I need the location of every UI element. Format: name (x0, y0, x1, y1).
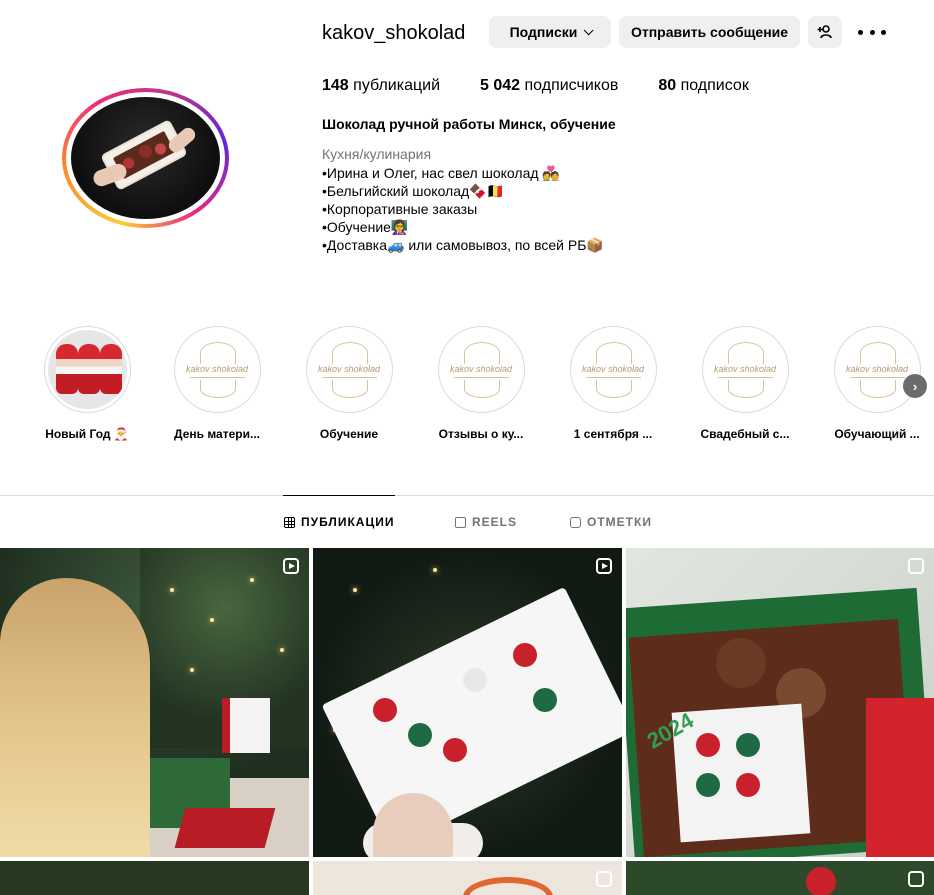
reel-icon (283, 558, 299, 574)
chevron-down-icon (584, 24, 594, 35)
chevron-right-icon[interactable]: › (903, 374, 927, 398)
highlight-label: Свадебный с... (700, 427, 790, 441)
tab-posts-label: ПУБЛИКАЦИИ (301, 515, 395, 529)
posts-stat: 148 публикаций (322, 77, 440, 95)
tab-posts[interactable]: ПУБЛИКАЦИИ (284, 515, 394, 529)
highlight-label: День матери... (174, 427, 260, 441)
following-button[interactable]: Подписки (489, 16, 611, 48)
logo-text: kakov shokolad (449, 364, 513, 374)
following-count: 80 (658, 77, 677, 94)
reels-icon (455, 516, 466, 528)
following-stat[interactable]: 80 подписок (658, 77, 748, 95)
followers-count: 5 042 (480, 77, 521, 94)
active-tab-indicator (283, 495, 395, 496)
highlight-item[interactable]: kakov shokolad 1 сентября ... (558, 326, 668, 441)
profile-username: kakov_shokolad (322, 22, 466, 44)
following-label: подписок (680, 77, 749, 94)
logo-text: kakov shokolad (185, 364, 249, 374)
highlight-cover: kakov shokolad (573, 330, 653, 409)
chocolate-box-image (321, 586, 622, 850)
bio-category: Кухня/кулинария (322, 146, 432, 162)
highlight-label: Новый Год 🎅 (45, 427, 129, 441)
tab-reels[interactable]: REELS (455, 515, 517, 529)
followers-stat[interactable]: 5 042 подписчиков (480, 77, 618, 95)
send-message-label: Отправить сообщение (630, 24, 789, 40)
tagged-icon (570, 516, 581, 528)
profile-stats: 148 публикаций 5 042 подписчиков 80 подп… (322, 77, 789, 95)
post-thumbnail[interactable] (0, 548, 309, 857)
bio-line: •Ирина и Олег, нас свел шоколад 💑 (322, 165, 560, 181)
highlight-label: Отзывы о ку... (438, 427, 524, 441)
highlight-label: 1 сентября ... (573, 427, 653, 441)
post-thumbnail[interactable] (626, 861, 934, 895)
followers-label: подписчиков (524, 77, 619, 94)
highlight-cover: kakov shokolad (177, 330, 257, 409)
highlight-label: Обучение (319, 427, 379, 441)
carousel-icon (596, 871, 612, 887)
bio-text: •Ирина и Олег, нас свел шоколад 💑 •Бельг… (322, 164, 604, 254)
post-thumbnail[interactable] (0, 861, 309, 895)
highlight-cover: kakov shokolad (309, 330, 389, 409)
tab-reels-label: REELS (472, 515, 518, 529)
bio-line: •Бельгийский шоколад🍫🇧🇪 (322, 183, 505, 199)
highlight-label: Обучающий ... (834, 427, 920, 441)
add-user-icon (817, 25, 832, 39)
carousel-icon (908, 558, 924, 574)
highlight-cover: kakov shokolad (705, 330, 785, 409)
post-thumbnail[interactable]: 2024 (626, 548, 934, 857)
logo-text: kakov shokolad (713, 364, 777, 374)
send-message-button[interactable]: Отправить сообщение (619, 16, 800, 48)
bio-name: Шоколад ручной работы Минск, обучение (322, 116, 616, 132)
suggest-users-button[interactable] (808, 16, 842, 48)
more-options-icon[interactable] (858, 22, 886, 42)
grid-icon (284, 516, 295, 528)
logo-text: kakov shokolad (845, 364, 909, 374)
logo-text: kakov shokolad (317, 364, 381, 374)
logo-text: kakov shokolad (581, 364, 645, 374)
highlight-item[interactable]: kakov shokolad Обучение (294, 326, 404, 441)
highlight-item[interactable]: kakov shokolad Свадебный с... (690, 326, 800, 441)
profile-avatar[interactable] (62, 88, 229, 228)
highlight-cover: kakov shokolad (441, 330, 521, 409)
post-thumbnail[interactable] (313, 861, 622, 895)
reel-icon (596, 558, 612, 574)
bio-line: •Корпоративные заказы (322, 201, 478, 217)
tabs-divider (0, 495, 934, 496)
posts-label: публикаций (353, 77, 441, 94)
post-thumbnail[interactable] (313, 548, 622, 857)
highlight-item[interactable]: kakov shokolad День матери... (162, 326, 272, 441)
tab-tagged-label: ОТМЕТКИ (587, 515, 652, 529)
posts-count: 148 (322, 77, 349, 94)
bio-line: •Обучение👩‍🏫 (322, 219, 409, 235)
avatar-photo (71, 97, 220, 219)
highlight-cover (47, 330, 127, 409)
highlight-item[interactable]: Новый Год 🎅 (32, 326, 142, 441)
bio-line: •Доставка🚙 или самовывоз, по всей РБ📦 (322, 237, 604, 253)
story-highlights: Новый Год 🎅 kakov shokolad День матери..… (0, 326, 934, 446)
tab-tagged[interactable]: ОТМЕТКИ (570, 515, 652, 529)
following-button-label: Подписки (509, 24, 578, 40)
highlight-item[interactable]: kakov shokolad Отзывы о ку... (426, 326, 536, 441)
highlight-cover: kakov shokolad (837, 330, 917, 409)
carousel-icon (908, 871, 924, 887)
